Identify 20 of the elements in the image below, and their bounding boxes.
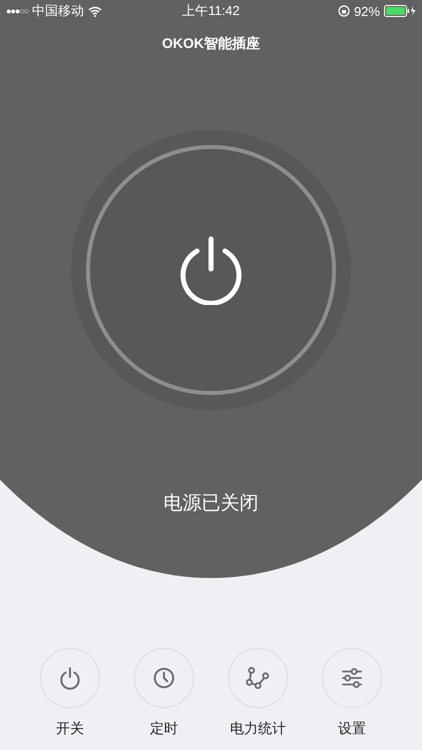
stats-button[interactable] <box>228 648 288 708</box>
timer-button[interactable] <box>134 648 194 708</box>
clock: 上午11:42 <box>182 2 240 20</box>
action-label: 电力统计 <box>230 720 286 738</box>
rotation-lock-icon <box>338 5 350 17</box>
power-status: 电源已关闭 <box>164 492 258 516</box>
action-label: 定时 <box>150 720 178 738</box>
power-icon <box>178 235 244 305</box>
action-label: 设置 <box>338 720 366 738</box>
wifi-icon <box>88 6 102 16</box>
settings-button[interactable] <box>322 648 382 708</box>
carrier-name: 中国移动 <box>32 2 84 20</box>
clock-icon <box>151 665 177 691</box>
power-button[interactable] <box>40 648 100 708</box>
action-label: 开关 <box>56 720 84 738</box>
battery-percent: 92% <box>354 4 380 18</box>
battery-charging-icon <box>384 5 416 17</box>
app-title: OKOK智能插座 <box>162 35 260 53</box>
line-chart-icon <box>245 665 271 691</box>
signal-strength: ●●●○○ <box>6 6 28 16</box>
